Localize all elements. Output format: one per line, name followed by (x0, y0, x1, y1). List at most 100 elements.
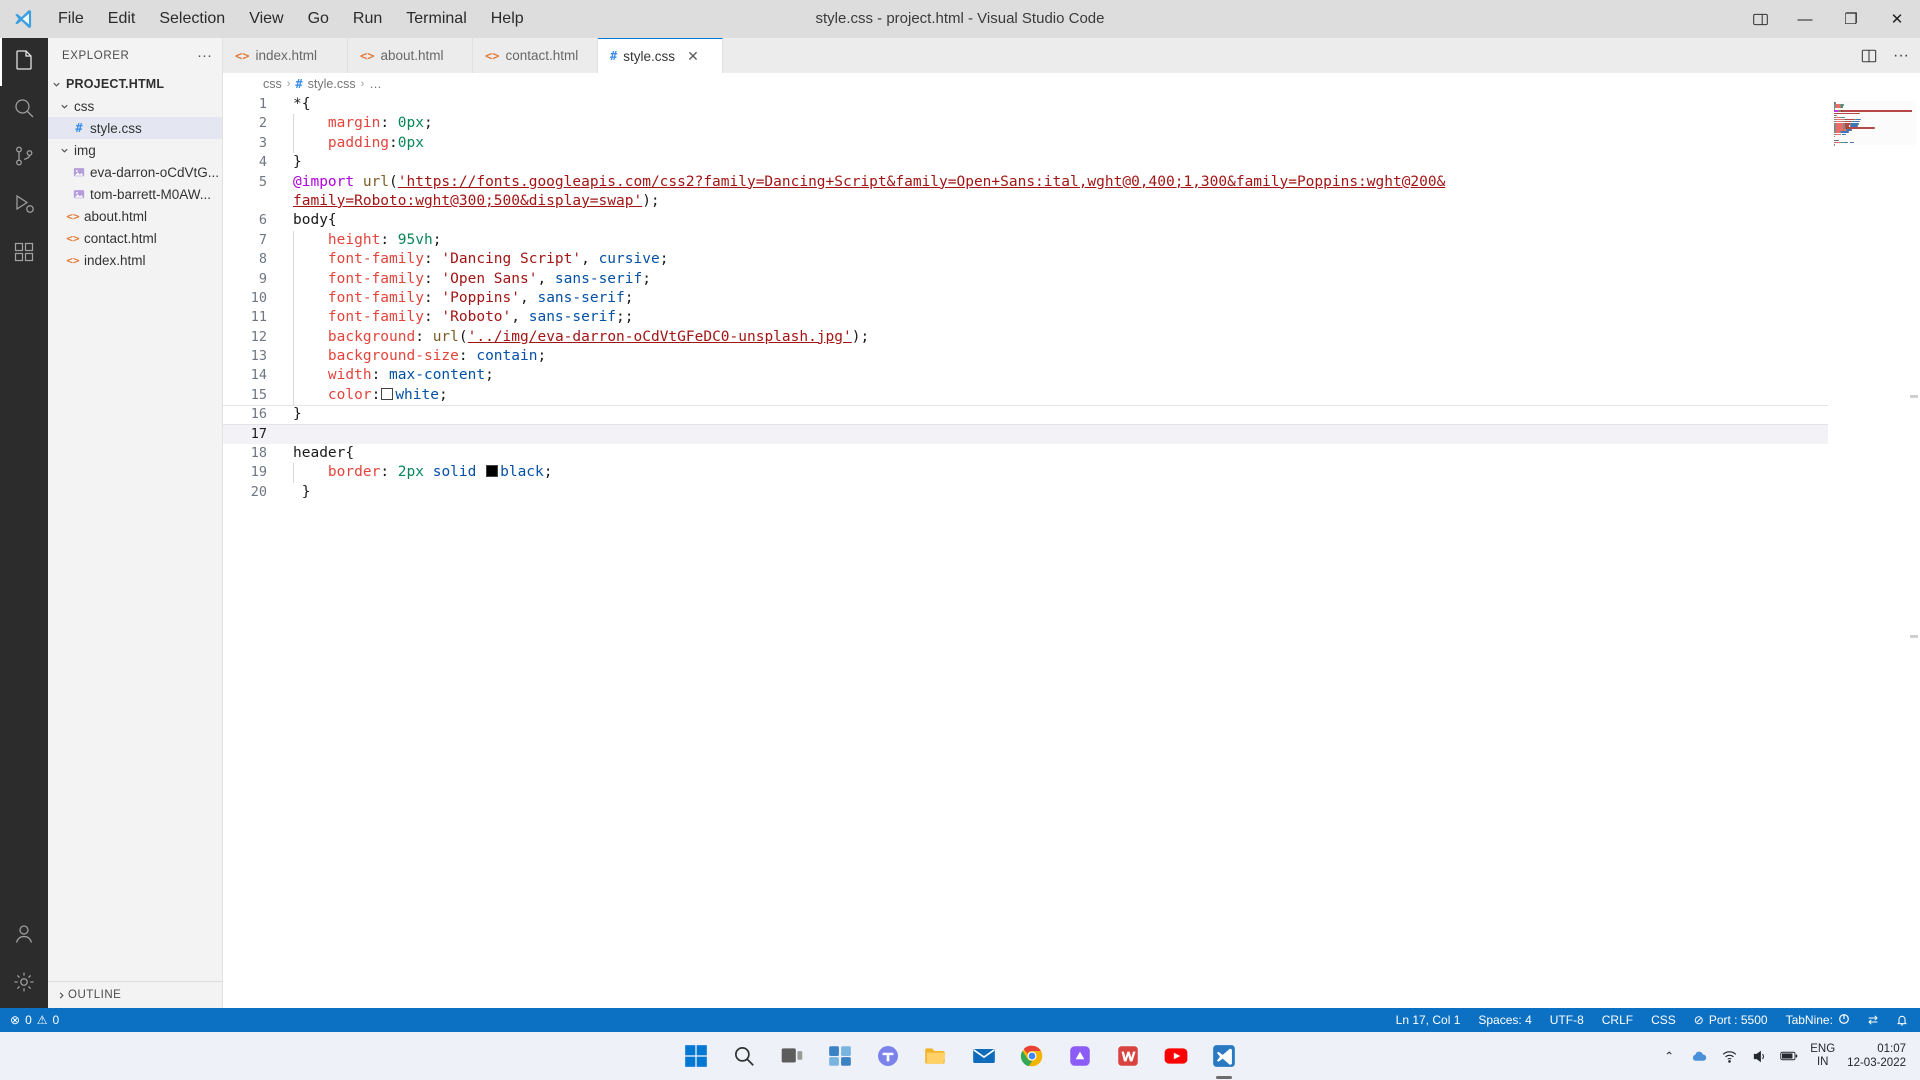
outline-section[interactable]: OUTLINE (48, 981, 222, 1008)
status-indentation[interactable]: Spaces: 4 (1476, 1013, 1533, 1027)
breadcrumb-folder[interactable]: css (263, 77, 282, 91)
breadcrumb-ellipsis[interactable]: … (369, 77, 382, 91)
language-indicator[interactable]: ENG IN (1810, 1043, 1835, 1069)
widgets-button[interactable] (823, 1039, 857, 1073)
split-editor-icon[interactable] (1858, 45, 1880, 67)
code-line[interactable]: 20 } (223, 483, 1828, 502)
activity-run-debug[interactable] (0, 182, 48, 230)
search-taskbar-button[interactable] (727, 1039, 761, 1073)
status-encoding[interactable]: UTF-8 (1548, 1013, 1586, 1027)
chevron-down-icon (56, 139, 72, 161)
minimize-button[interactable]: — (1782, 0, 1828, 38)
chevron-up-icon[interactable]: ⌃ (1660, 1047, 1678, 1065)
code-lines[interactable]: 1 *{2 margin: 0px; 3 padding:0px 4} 5 @import… (223, 95, 1828, 1008)
speaker-icon[interactable] (1750, 1047, 1768, 1065)
code-line[interactable]: 13 background-size: contain; (223, 347, 1828, 367)
code-line[interactable]: 17 (223, 424, 1828, 445)
code-editor[interactable]: 1 *{2 margin: 0px; 3 padding:0px 4} 5 @import… (223, 95, 1920, 1008)
status-cursor-position[interactable]: Ln 17, Col 1 (1394, 1013, 1463, 1027)
start-button[interactable] (679, 1039, 713, 1073)
status-language-mode[interactable]: CSS (1649, 1013, 1678, 1027)
customize-layout-icon[interactable] (1738, 0, 1782, 38)
tab-style-css[interactable]: # style.css ✕ (598, 38, 723, 73)
code-line[interactable]: 5 @import url('https://fonts.googleapis.c… (223, 173, 1828, 192)
code-line[interactable]: 4} (223, 153, 1828, 172)
status-broadcast[interactable]: ⇄ (1866, 1013, 1880, 1027)
code-line[interactable]: 2 margin: 0px; (223, 114, 1828, 134)
code-line[interactable]: 18 header{ (223, 444, 1828, 463)
breadcrumb-file[interactable]: style.css (308, 77, 356, 91)
tree-root-label: PROJECT.HTML (66, 77, 165, 91)
activity-extensions[interactable] (0, 230, 48, 278)
tree-file-eva-darron[interactable]: eva-darron-oCdVtG... (48, 161, 222, 183)
chrome-button[interactable] (1015, 1039, 1049, 1073)
status-bell-icon[interactable] (1894, 1014, 1910, 1026)
code-line[interactable]: 11 font-family: 'Roboto', sans-serif;; (223, 308, 1828, 328)
tree-file-index-html[interactable]: <> index.html (48, 249, 222, 271)
tab-contact-html[interactable]: <> contact.html (473, 38, 598, 73)
extensions-icon (12, 240, 36, 269)
color-swatch-white[interactable] (381, 387, 394, 400)
battery-icon[interactable] (1780, 1047, 1798, 1065)
menu-help[interactable]: Help (479, 0, 536, 38)
code-line[interactable]: 9 font-family: 'Open Sans', sans-serif; (223, 269, 1828, 289)
color-swatch-black[interactable] (486, 465, 499, 478)
wps-office-button[interactable] (1111, 1039, 1145, 1073)
tree-file-style-css[interactable]: # style.css (48, 117, 222, 139)
code-line[interactable]: 1 *{ (223, 95, 1828, 114)
close-button[interactable]: ✕ (1874, 0, 1920, 38)
code-token: background (327, 328, 416, 345)
maximize-button[interactable]: ❐ (1828, 0, 1874, 38)
code-line[interactable]: 7 height: 95vh; (223, 230, 1828, 251)
menu-file[interactable]: File (46, 0, 96, 38)
clock[interactable]: 01:07 12-03-2022 (1847, 1042, 1906, 1070)
code-line[interactable]: 19 border: 2px solid black; (223, 463, 1828, 483)
code-line[interactable]: 16} (223, 405, 1828, 425)
code-line[interactable]: family=Roboto:wght@300;500&display=swap'… (223, 192, 1828, 211)
tree-folder-css[interactable]: css (48, 95, 222, 117)
vscode-button[interactable] (1207, 1039, 1241, 1073)
more-actions-icon[interactable]: ··· (1890, 45, 1912, 67)
activity-manage[interactable] (0, 960, 48, 1008)
menu-edit[interactable]: Edit (96, 0, 148, 38)
activity-source-control[interactable] (0, 134, 48, 182)
youtube-button[interactable] (1159, 1039, 1193, 1073)
status-live-server-port[interactable]: ⊘ Port : 5500 (1692, 1013, 1770, 1027)
tree-file-contact-html[interactable]: <> contact.html (48, 227, 222, 249)
code-line[interactable]: 10 font-family: 'Poppins', sans-serif; (223, 288, 1828, 309)
activity-explorer[interactable] (0, 38, 48, 86)
code-line[interactable]: 8 font-family: 'Dancing Script', cursive… (223, 250, 1828, 270)
wifi-icon[interactable] (1720, 1047, 1738, 1065)
tree-file-tom-barrett[interactable]: tom-barrett-M0AW... (48, 183, 222, 205)
tab-about-html[interactable]: <> about.html (348, 38, 473, 73)
cloud-icon[interactable] (1690, 1047, 1708, 1065)
menu-go[interactable]: Go (296, 0, 341, 38)
code-token: width (327, 367, 372, 384)
tree-file-about-html[interactable]: <> about.html (48, 205, 222, 227)
minimap[interactable] (1828, 95, 1920, 1008)
tree-folder-img[interactable]: img (48, 139, 222, 161)
mail-button[interactable] (967, 1039, 1001, 1073)
menu-terminal[interactable]: Terminal (394, 0, 478, 38)
status-problems[interactable]: ⊗ 0 ⚠ 0 (8, 1013, 61, 1027)
status-tabnine[interactable]: TabNine: (1784, 1013, 1852, 1028)
explorer-more-icon[interactable]: ··· (193, 48, 216, 63)
code-line[interactable]: 15 color: white; (223, 385, 1828, 406)
status-eol[interactable]: CRLF (1600, 1013, 1635, 1027)
close-icon[interactable]: ✕ (685, 48, 701, 65)
task-view-button[interactable] (775, 1039, 809, 1073)
app-purple-button[interactable] (1063, 1039, 1097, 1073)
activity-accounts[interactable] (0, 912, 48, 960)
code-line[interactable]: 12 background: url('../img/eva-darron-oC… (223, 327, 1828, 348)
code-line[interactable]: 6 body{ (223, 211, 1828, 230)
activity-search[interactable] (0, 86, 48, 134)
code-line[interactable]: 14 width: max-content; (223, 366, 1828, 386)
menu-view[interactable]: View (237, 0, 295, 38)
code-line[interactable]: 3 padding:0px (223, 133, 1828, 154)
teams-button[interactable] (871, 1039, 905, 1073)
tab-index-html[interactable]: <> index.html (223, 38, 348, 73)
menu-run[interactable]: Run (341, 0, 394, 38)
file-explorer-button[interactable] (919, 1039, 953, 1073)
tree-root-project[interactable]: PROJECT.HTML (48, 73, 222, 95)
menu-selection[interactable]: Selection (147, 0, 237, 38)
